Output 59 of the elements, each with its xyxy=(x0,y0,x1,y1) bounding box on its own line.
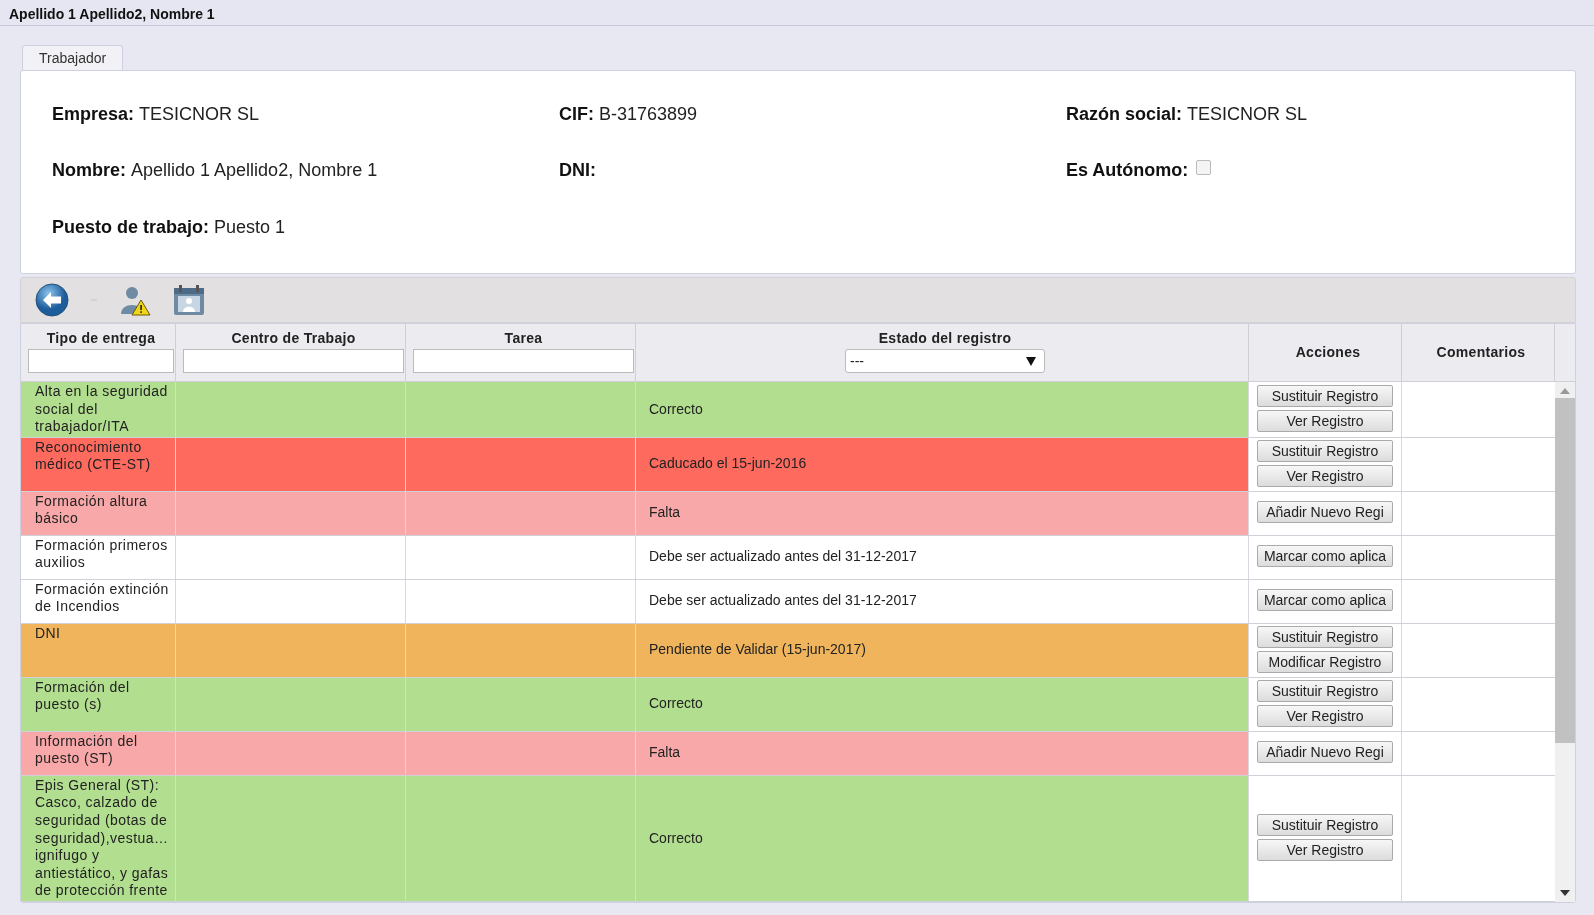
column-header: Comentarios xyxy=(1436,343,1526,360)
column-header: Estado del registro xyxy=(878,330,1012,346)
action-button[interactable]: Sustituir Registro xyxy=(1257,439,1393,462)
window-title: Apellido 1 Apellido2, Nombre 1 xyxy=(9,6,215,22)
status-dropdown[interactable]: --- xyxy=(845,349,1045,373)
table-cell: DNI xyxy=(21,623,176,677)
field-label: Empresa: xyxy=(52,103,135,125)
table-cell: Correcto xyxy=(636,775,1249,901)
table-cell: Alta en la seguridad social del trabajador/ITA xyxy=(21,382,176,437)
table-cell: Correcto xyxy=(636,677,1249,731)
calendar-person-icon[interactable] xyxy=(173,284,205,316)
field-label: Es Autónomo: xyxy=(1066,160,1189,182)
column-header: Tarea xyxy=(504,330,543,346)
field-label: Razón social: xyxy=(1066,103,1183,125)
action-button[interactable]: Ver Registro xyxy=(1257,838,1393,861)
filter-field[interactable] xyxy=(28,349,174,373)
field-value: TESICNOR SL xyxy=(139,103,260,125)
field-label: Puesto de trabajo: xyxy=(52,216,210,238)
column-header: Centro de Trabajo xyxy=(231,330,356,346)
scroll-down-icon[interactable] xyxy=(1560,889,1570,896)
table-cell: Formación altura básico xyxy=(21,491,176,535)
action-button[interactable]: Ver Registro xyxy=(1257,704,1393,727)
action-button[interactable]: Marcar como aplica xyxy=(1257,545,1393,568)
action-button[interactable]: Ver Registro xyxy=(1257,464,1393,487)
scrollbar[interactable] xyxy=(1555,382,1575,902)
field-value: Apellido 1 Apellido2, Nombre 1 xyxy=(131,160,378,182)
field-label: Nombre: xyxy=(52,160,126,182)
action-button[interactable]: Marcar como aplica xyxy=(1257,589,1393,612)
table-cell: Correcto xyxy=(636,382,1249,437)
table-cell: Formación del puesto (s) xyxy=(21,677,176,731)
table-cell: Pendiente de Validar (15-jun-2017) xyxy=(636,623,1249,677)
tab[interactable]: Trabajador xyxy=(22,45,124,70)
filter-field[interactable] xyxy=(413,349,634,373)
scroll-up-icon[interactable] xyxy=(1560,388,1570,394)
table-cell: Reconocimiento médico (CTE-ST) xyxy=(21,437,176,491)
field-value: Puesto 1 xyxy=(214,216,286,238)
action-button[interactable]: Sustituir Registro xyxy=(1257,679,1393,702)
filter-field[interactable] xyxy=(183,349,404,373)
column-header: Tipo de entrega xyxy=(46,330,156,346)
action-button[interactable]: Sustituir Registro xyxy=(1257,813,1393,836)
action-button[interactable]: Modificar Registro xyxy=(1257,650,1393,673)
table-cell: Información del puesto (ST) xyxy=(21,731,176,775)
dropdown-arrow-icon[interactable] xyxy=(1026,356,1036,366)
action-button[interactable]: Añadir Nuevo Regi xyxy=(1257,501,1393,524)
action-button[interactable]: Sustituir Registro xyxy=(1257,384,1393,407)
field-value: B-31763899 xyxy=(599,103,698,125)
table-cell: Caducado el 15-jun-2016 xyxy=(636,437,1249,491)
column-header: Acciones xyxy=(1295,343,1361,360)
table-cell: Falta xyxy=(636,491,1249,535)
field-label: CIF: xyxy=(559,103,594,125)
table-cell: Falta xyxy=(636,731,1249,775)
action-button[interactable]: Ver Registro xyxy=(1257,409,1393,432)
table-cell: Epis General (ST): Casco, calzado de seguridad (botas de seguridad),vestua… ignifugo y antiestático, y gafas de protección frente xyxy=(21,775,176,901)
person-warning-icon[interactable] xyxy=(119,284,151,316)
field-label: DNI: xyxy=(559,160,596,182)
action-button[interactable]: Añadir Nuevo Regi xyxy=(1257,741,1393,764)
field-value: TESICNOR SL xyxy=(1187,103,1308,125)
action-button[interactable]: Sustituir Registro xyxy=(1257,625,1393,648)
checkbox[interactable] xyxy=(1196,160,1212,176)
